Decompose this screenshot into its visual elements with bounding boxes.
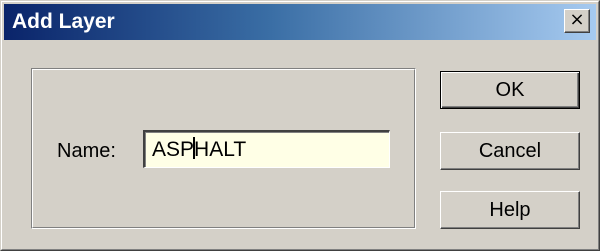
close-button[interactable]: × — [564, 9, 590, 33]
name-text-before-caret: ASP — [152, 138, 195, 161]
name-label: Name: — [57, 140, 116, 162]
add-layer-dialog: Add Layer × Name: ASPHALT OK Cancel Help — [0, 0, 600, 251]
close-icon: × — [569, 9, 585, 30]
dialog-title: Add Layer — [12, 10, 115, 33]
name-input[interactable]: ASPHALT — [143, 130, 390, 168]
name-text-after-caret: HALT — [194, 138, 247, 161]
title-bar[interactable]: Add Layer × — [4, 4, 596, 40]
ok-button[interactable]: OK — [440, 71, 580, 109]
cancel-button[interactable]: Cancel — [440, 132, 580, 170]
help-button[interactable]: Help — [440, 191, 580, 229]
